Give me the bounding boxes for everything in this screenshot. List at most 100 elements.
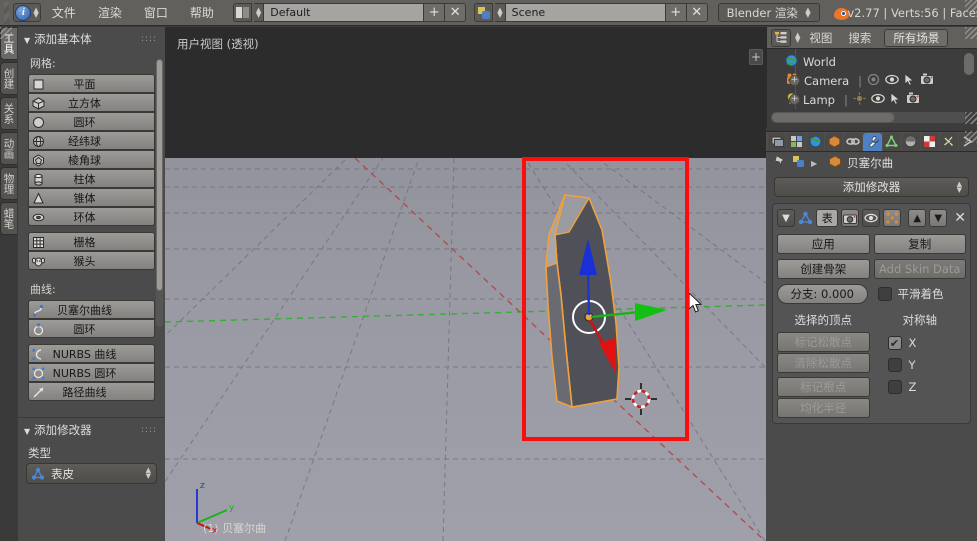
panel-drag-dots-icon[interactable]: :::: [141, 425, 157, 435]
editor-type-selector[interactable]: i ▲ ▼ [13, 3, 41, 22]
smooth-shading-row[interactable]: 平滑着色 [872, 284, 967, 304]
tab-render-layers[interactable] [787, 132, 806, 151]
clear-loose-button[interactable]: 清除松散点 [777, 353, 870, 373]
sidebar-tab-grease-pencil[interactable]: 蜡笔 [0, 202, 17, 235]
area-corner-grip[interactable] [965, 0, 977, 12]
mark-root-button[interactable]: 标记根点 [777, 377, 870, 397]
add-circle-button[interactable]: 圆环 [28, 112, 155, 131]
mesh-data-icon[interactable] [867, 73, 880, 89]
modifier-viewport-toggle[interactable] [862, 209, 881, 227]
sidebar-tab-create[interactable]: 创建 [0, 62, 17, 95]
equalize-radii-button[interactable]: 均化半径 [777, 398, 870, 418]
panel-drag-dots-icon[interactable]: :::: [141, 34, 157, 44]
add-grid-button[interactable]: 栅格 [28, 232, 155, 251]
cursor-icon[interactable] [890, 91, 901, 108]
modifier-collapse-triangle-icon[interactable]: ▼ [777, 209, 795, 227]
add-uv-sphere-button[interactable]: 经纬球 [28, 131, 155, 150]
add-modifier-dropdown[interactable]: 添加修改器 ▲ ▼ [774, 177, 969, 197]
scene-chevron-icon[interactable]: ▲ ▼ [495, 3, 506, 22]
tab-modifiers[interactable] [863, 132, 882, 151]
outliner-menu-view[interactable]: 视图 [802, 30, 839, 46]
eye-icon[interactable] [885, 74, 899, 88]
pin-icon[interactable] [774, 155, 787, 171]
screen-layout-icon[interactable] [232, 3, 252, 22]
outliner-row-camera[interactable]: + Camera | [767, 71, 977, 90]
outliner-row-world[interactable]: World [767, 52, 977, 71]
modifier-move-up-button[interactable]: ▲ [908, 209, 927, 227]
symmetry-x-row[interactable]: X [874, 332, 967, 354]
modifier-render-toggle[interactable] [841, 209, 860, 227]
modifier-name-field[interactable]: 表 [816, 209, 839, 227]
outliner-display-mode[interactable]: 所有场景 [884, 28, 949, 47]
modifier-type-dropdown[interactable]: 表皮 ▲ ▼ [26, 463, 157, 484]
add-cone-button[interactable]: 锥体 [28, 188, 155, 207]
sidebar-tab-relations[interactable]: 关系 [0, 97, 17, 130]
sidebar-tab-animation[interactable]: 动画 [0, 132, 17, 165]
add-scene-button[interactable]: + [665, 3, 687, 22]
outliner-horizontal-scrollbar[interactable] [771, 112, 967, 123]
eye-icon[interactable] [871, 93, 885, 107]
area-corner-grip[interactable] [965, 27, 977, 39]
add-torus-button[interactable]: 环体 [28, 207, 155, 226]
menu-window[interactable]: 窗口 [133, 4, 179, 21]
sidebar-tab-physics[interactable]: 物理 [0, 167, 17, 200]
scene-icon[interactable] [474, 3, 494, 22]
outliner-chevron-icon[interactable]: ▲ ▼ [795, 31, 800, 43]
camera-render-icon[interactable] [905, 92, 920, 107]
add-cylinder-button[interactable]: 柱体 [28, 169, 155, 188]
create-armature-button[interactable]: 创建骨架 [777, 259, 870, 279]
expand-icon[interactable]: + [789, 75, 800, 86]
3d-viewport[interactable]: 用户视图 (透视) + z y x (1) 贝塞尔曲 [165, 27, 766, 541]
camera-render-icon[interactable] [920, 73, 935, 88]
tab-particles[interactable] [939, 132, 958, 151]
area-corner-grip[interactable] [965, 112, 977, 124]
window-grab-handle[interactable] [4, 1, 10, 24]
symmetry-z-row[interactable]: Z [874, 376, 967, 398]
add-plane-button[interactable]: 平面 [28, 74, 155, 93]
duplicate-button[interactable]: 复制 [873, 234, 966, 254]
tab-texture[interactable] [920, 132, 939, 151]
add-bezier-curve-button[interactable]: 贝塞尔曲线 [28, 300, 155, 319]
screen-layout-chevron-icon[interactable]: ▲ ▼ [253, 3, 265, 22]
scrollbar-thumb[interactable] [771, 112, 895, 123]
close-icon[interactable]: ✕ [954, 210, 966, 226]
tab-constraints[interactable] [844, 132, 863, 151]
scrollbar-thumb[interactable] [156, 59, 163, 291]
modifier-editmode-toggle[interactable] [883, 209, 902, 227]
outliner-row-lamp[interactable]: + Lamp | [767, 90, 977, 109]
add-screen-layout-button[interactable]: + [424, 3, 446, 22]
scene-icon[interactable] [792, 155, 806, 171]
cursor-icon[interactable] [904, 72, 915, 89]
add-nurbs-curve-button[interactable]: NURBS 曲线 [28, 344, 155, 363]
tab-world[interactable] [825, 132, 844, 151]
outliner-editor-type-icon[interactable] [771, 28, 791, 47]
area-corner-grip[interactable] [0, 27, 12, 39]
add-modifier-operator-header[interactable]: ▼ 添加修改器 :::: [18, 418, 165, 441]
add-path-button[interactable]: 路径曲线 [28, 382, 155, 401]
delete-scene-button[interactable]: ✕ [686, 3, 708, 22]
tab-object-data[interactable] [882, 132, 901, 151]
outliner-menu-search[interactable]: 搜索 [841, 30, 878, 46]
add-nurbs-circle-button[interactable]: NURBS 圆环 [28, 363, 155, 382]
tool-panel-scrollbar[interactable] [156, 59, 163, 327]
render-engine-selector[interactable]: Blender 渲染 ▲ ▼ [717, 3, 820, 22]
outliner-vertical-scrollbar[interactable] [964, 53, 974, 75]
screen-layout-name[interactable]: Default [264, 3, 425, 22]
symmetry-z-checkbox[interactable] [887, 380, 902, 394]
smooth-shading-checkbox[interactable] [877, 287, 892, 301]
symmetry-y-checkbox[interactable] [887, 358, 902, 372]
lamp-data-icon[interactable] [853, 92, 866, 108]
expand-icon[interactable]: + [789, 94, 800, 105]
delete-screen-layout-button[interactable]: ✕ [445, 3, 467, 22]
add-monkey-button[interactable]: 猴头 [28, 251, 155, 270]
tab-render[interactable] [768, 132, 787, 151]
menu-file[interactable]: 文件 [41, 4, 87, 21]
add-bezier-circle-button[interactable]: 圆环 [28, 319, 155, 338]
area-corner-grip[interactable] [965, 131, 977, 143]
mark-loose-button[interactable]: 标记松散点 [777, 332, 870, 352]
symmetry-x-checkbox[interactable] [887, 336, 902, 350]
add-skin-data-button[interactable]: Add Skin Data [873, 259, 966, 279]
add-cube-button[interactable]: 立方体 [28, 93, 155, 112]
add-primitive-panel-header[interactable]: ▼ 添加基本体 :::: [18, 27, 165, 50]
branch-smoothing-field[interactable]: 分支: 0.000 [777, 284, 868, 304]
